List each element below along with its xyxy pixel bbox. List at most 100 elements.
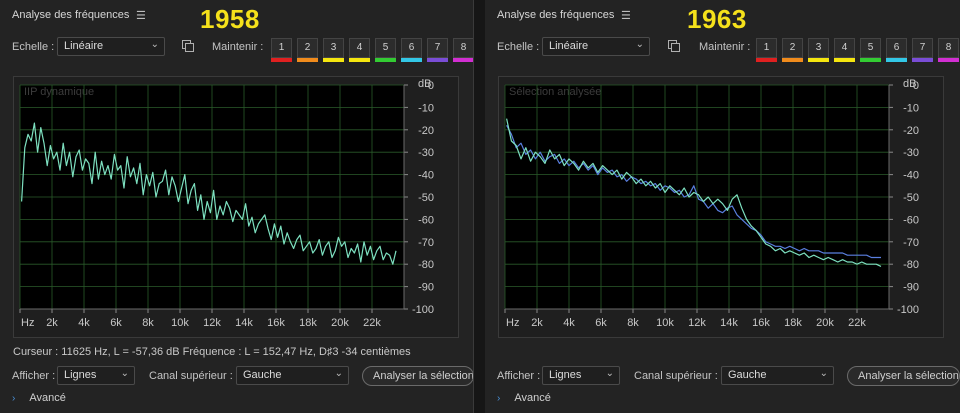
y-tick-label: -60	[903, 214, 919, 226]
x-tick-label: 10k	[171, 317, 189, 329]
top-channel-label: Canal supérieur :	[149, 370, 233, 382]
top-channel-select[interactable]: Gauche ⌄	[721, 366, 834, 385]
x-tick-label: 16k	[752, 317, 770, 329]
x-tick-label: 8k	[142, 317, 154, 329]
top-channel-select[interactable]: Gauche ⌄	[236, 366, 349, 385]
scale-label: Echelle :	[497, 41, 540, 53]
panel-title-bar: Analyse des fréquences ☰ 1963	[485, 0, 960, 34]
memory-button-5[interactable]: 5	[860, 38, 881, 58]
advanced-toggle[interactable]: › Avancé	[12, 392, 66, 404]
panel-menu-icon[interactable]: ☰	[136, 9, 146, 22]
y-tick-label: -90	[418, 282, 434, 294]
memory-button-3[interactable]: 3	[808, 38, 829, 58]
year-label: 1963	[687, 4, 747, 34]
y-tick-label: -10	[418, 102, 434, 114]
memory-color-1	[756, 58, 777, 62]
frequency-analysis-panel-1963: Analyse des fréquences ☰ 1963 Echelle : …	[485, 0, 960, 413]
y-tick-label: -100	[412, 304, 434, 316]
scale-select-value: Linéaire	[549, 40, 589, 52]
memory-button-1[interactable]: 1	[271, 38, 292, 58]
x-tick-label: 20k	[331, 317, 349, 329]
memory-button-7[interactable]: 7	[427, 38, 448, 58]
advanced-label: Avancé	[29, 392, 66, 404]
analyze-selection-button[interactable]: Analyser la sélection	[362, 366, 473, 386]
memory-color-2	[782, 58, 803, 62]
y-tick-label: -30	[418, 147, 434, 159]
memory-color-3	[323, 58, 344, 62]
panel-title-bar: Analyse des fréquences ☰ 1958	[0, 0, 473, 34]
top-channel-select-value: Gauche	[243, 369, 282, 381]
y-tick-label: -10	[903, 102, 919, 114]
advanced-toggle[interactable]: › Avancé	[497, 392, 551, 404]
display-select[interactable]: Lignes ⌄	[542, 366, 620, 385]
x-tick-label: 18k	[784, 317, 802, 329]
memory-button-4[interactable]: 4	[349, 38, 370, 58]
y-tick-label: -40	[903, 170, 919, 182]
memory-color-2	[297, 58, 318, 62]
x-tick-label: 20k	[816, 317, 834, 329]
x-tick-label: Hz	[506, 317, 519, 329]
spectrum-chart: Sélection analysée 0 -10 -20 -30 -40 -50 -60 -70…	[498, 76, 944, 338]
x-tick-label: 8k	[627, 317, 639, 329]
memory-color-4	[349, 58, 370, 62]
memory-button-3[interactable]: 3	[323, 38, 344, 58]
x-tick-label: 22k	[363, 317, 381, 329]
display-label: Afficher :	[497, 370, 541, 382]
chevron-down-icon: ⌄	[150, 39, 159, 50]
copy-icon[interactable]	[668, 40, 681, 53]
y-tick-label: -70	[903, 237, 919, 249]
memory-button-8[interactable]: 8	[938, 38, 959, 58]
display-select[interactable]: Lignes ⌄	[57, 366, 135, 385]
top-channel-label: Canal supérieur :	[634, 370, 718, 382]
cursor-status: Curseur : 11625 Hz, L = -57,36 dB Fréque…	[13, 346, 411, 358]
x-tick-label: 4k	[563, 317, 575, 329]
memory-color-4	[834, 58, 855, 62]
x-tick-label: 6k	[110, 317, 122, 329]
memory-button-6[interactable]: 6	[401, 38, 422, 58]
display-select-value: Lignes	[64, 369, 97, 381]
scale-select[interactable]: Linéaire ⌄	[542, 37, 650, 56]
memory-button-2[interactable]: 2	[297, 38, 318, 58]
analyze-selection-button[interactable]: Analyser la sélection	[847, 366, 960, 386]
y-tick-label: -90	[903, 282, 919, 294]
hold-label: Maintenir :	[212, 41, 264, 53]
memory-button-8[interactable]: 8	[453, 38, 473, 58]
chevron-right-icon: ›	[497, 393, 501, 404]
y-tick-label: -30	[903, 147, 919, 159]
x-tick-label: 10k	[656, 317, 674, 329]
memory-button-5[interactable]: 5	[375, 38, 396, 58]
y-axis-unit: dB	[418, 78, 431, 90]
panel-title: Analyse des fréquences	[12, 9, 130, 21]
x-tick-label: 18k	[299, 317, 317, 329]
memory-button-4[interactable]: 4	[834, 38, 855, 58]
x-tick-label: 16k	[267, 317, 285, 329]
copy-icon[interactable]	[182, 40, 195, 53]
x-tick-label: 2k	[531, 317, 543, 329]
memory-color-8	[938, 58, 959, 62]
display-select-value: Lignes	[549, 369, 582, 381]
spectrum-svg: Sélection analysée 0-10-20-30-40-50-60-70…	[504, 78, 919, 329]
memory-color-7	[427, 58, 448, 62]
y-tick-label: -50	[903, 192, 919, 204]
scale-select[interactable]: Linéaire ⌄	[57, 37, 165, 56]
spectrum-svg: IIP dynamique 0-10-20-30-40-50-60-70-80-9…	[19, 78, 434, 329]
memory-button-6[interactable]: 6	[886, 38, 907, 58]
panel-menu-icon[interactable]: ☰	[621, 9, 631, 22]
chevron-down-icon: ⌄	[334, 368, 343, 379]
display-options: Afficher : Lignes ⌄ Canal supérieur : Ga…	[0, 366, 473, 386]
memory-color-1	[271, 58, 292, 62]
y-tick-label: -70	[418, 237, 434, 249]
y-tick-label: -40	[418, 170, 434, 182]
memory-button-7[interactable]: 7	[912, 38, 933, 58]
x-tick-label: 4k	[78, 317, 90, 329]
y-tick-label: -100	[897, 304, 919, 316]
memory-color-7	[912, 58, 933, 62]
y-tick-label: -50	[418, 192, 434, 204]
x-tick-label: 22k	[848, 317, 866, 329]
memory-button-1[interactable]: 1	[756, 38, 777, 58]
memory-button-2[interactable]: 2	[782, 38, 803, 58]
analysis-mode-label: Sélection analysée	[509, 86, 601, 98]
x-tick-label: 6k	[595, 317, 607, 329]
chevron-down-icon: ⌄	[819, 368, 828, 379]
display-label: Afficher :	[12, 370, 56, 382]
